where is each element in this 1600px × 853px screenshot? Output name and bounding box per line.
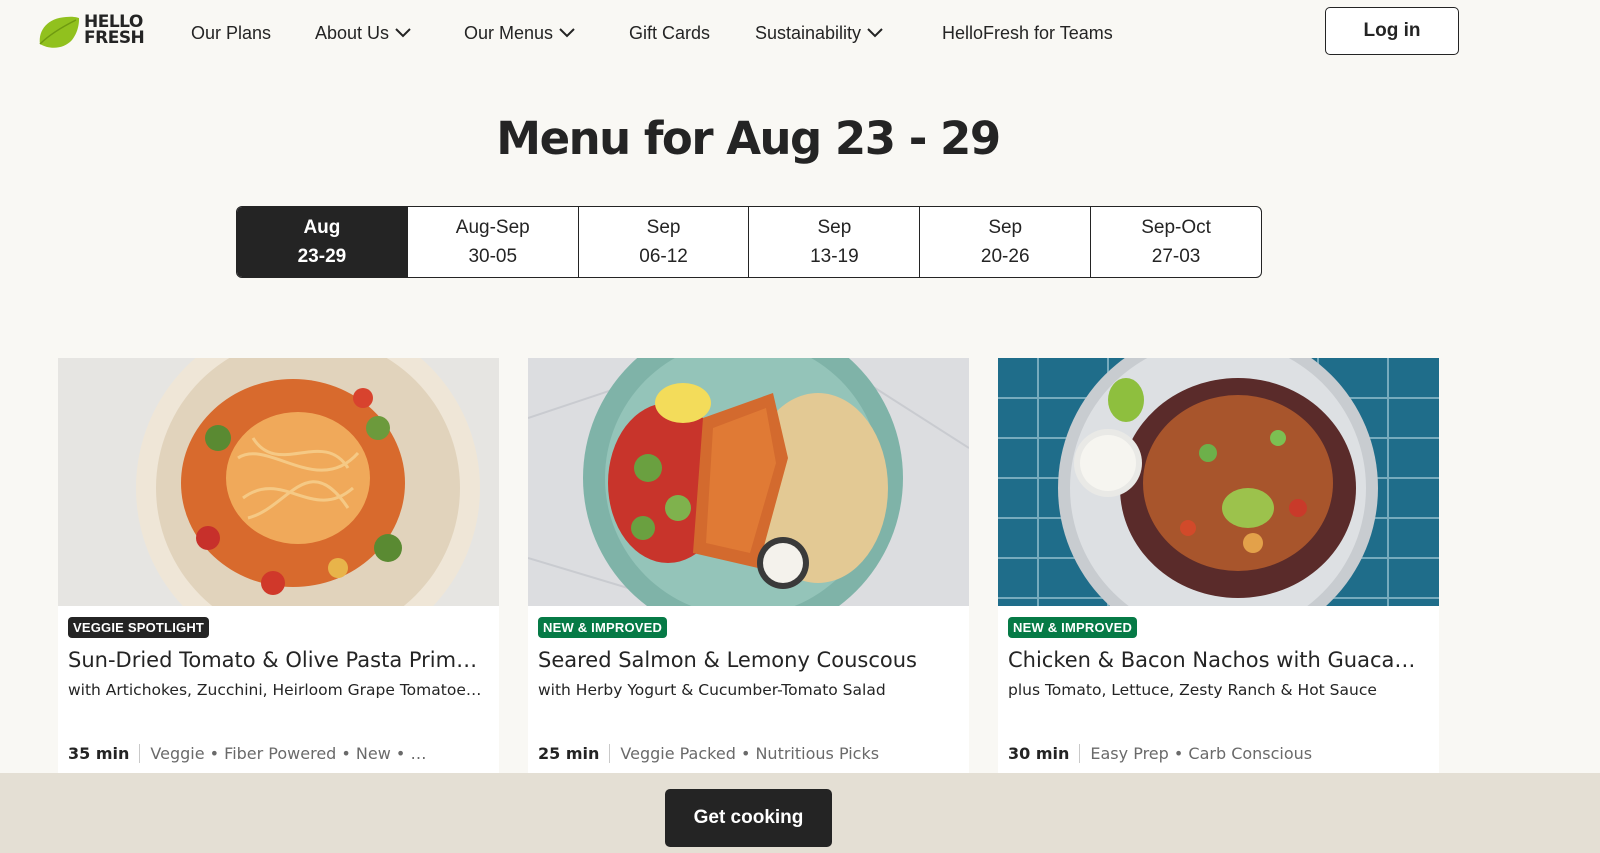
week-tab-sep-oct-27-03[interactable]: Sep-Oct 27-03 — [1090, 207, 1261, 277]
recipe-badge: VEGGIE SPOTLIGHT — [68, 617, 210, 638]
nav-label: Gift Cards — [629, 23, 711, 43]
lime-leaf-icon — [39, 16, 80, 48]
recipe-meta: 25 min Veggie Packed • Nutritious Picks — [538, 741, 958, 765]
week-month: Sep — [646, 217, 681, 238]
chevron-down-icon — [559, 28, 575, 38]
nav-gift-cards[interactable]: Gift Cards — [629, 20, 710, 46]
recipe-time: 25 min — [538, 743, 611, 763]
week-tab-sep-06-12[interactable]: Sep 06-12 — [577, 207, 749, 277]
get-cooking-button[interactable]: Get cooking — [665, 789, 832, 847]
week-tab-aug-sep-30-05[interactable]: Aug-Sep 30-05 — [406, 207, 578, 277]
recipe-tags: Easy Prep • Carb Conscious — [1090, 743, 1313, 763]
week-month: Sep — [817, 217, 852, 238]
hellofresh-logo[interactable]: HELLO FRESH — [36, 12, 154, 52]
recipe-tags: Veggie Packed • Nutritious Picks — [620, 743, 880, 763]
week-month: Aug — [303, 217, 341, 238]
page-title: Menu for Aug 23 - 29 — [496, 112, 1001, 165]
week-days: 30-05 — [468, 246, 518, 267]
nav-label: About Us — [315, 23, 390, 43]
nav-about-us[interactable]: About Us — [315, 20, 413, 46]
sticky-cta-bar: Get cooking — [0, 773, 1600, 853]
nav-hellofresh-for-teams[interactable]: HelloFresh for Teams — [942, 20, 1113, 46]
recipe-title: Seared Salmon & Lemony Couscous — [538, 648, 917, 672]
recipe-title: Chicken & Bacon Nachos with Guacamole — [1008, 648, 1426, 672]
recipe-tags: Veggie • Fiber Powered • New • … — [150, 743, 427, 763]
recipe-image-salmon — [528, 358, 969, 606]
recipe-subtitle: with Herby Yogurt & Cucumber-Tomato Sala… — [538, 681, 886, 699]
recipe-card[interactable]: VEGGIE SPOTLIGHT Sun-Dried Tomato & Oliv… — [58, 358, 499, 778]
chevron-down-icon — [867, 28, 883, 38]
week-days: 23-29 — [297, 246, 347, 267]
recipe-badge: NEW & IMPROVED — [1008, 617, 1138, 638]
logo-line-2: FRESH — [84, 28, 145, 48]
week-days: 27-03 — [1151, 246, 1201, 267]
recipe-meta: 35 min Veggie • Fiber Powered • New • … — [68, 741, 488, 765]
week-tab-sep-13-19[interactable]: Sep 13-19 — [748, 207, 919, 277]
recipe-subtitle: plus Tomato, Lettuce, Zesty Ranch & Hot … — [1008, 681, 1377, 699]
nav-our-menus[interactable]: Our Menus — [464, 20, 577, 46]
week-days: 06-12 — [639, 246, 688, 267]
recipe-time: 30 min — [1008, 743, 1081, 763]
site-header: HELLO FRESH Our Plans About Us Our Menus… — [0, 0, 1600, 66]
recipe-image-pasta — [58, 358, 499, 606]
chevron-down-icon — [395, 28, 411, 38]
recipe-card[interactable]: NEW & IMPROVED Seared Salmon & Lemony Co… — [528, 358, 969, 778]
nav-label: Our Menus — [464, 23, 554, 43]
week-month: Sep — [988, 217, 1023, 238]
recipe-subtitle: with Artichokes, Zucchini, Heirloom Grap… — [68, 681, 486, 699]
week-month: Sep-Oct — [1141, 217, 1211, 238]
recipe-time: 35 min — [68, 743, 141, 763]
recipe-image-nachos — [998, 358, 1439, 606]
recipe-meta: 30 min Easy Prep • Carb Conscious — [1008, 741, 1428, 765]
logo-wordmark: HELLO FRESH — [84, 14, 145, 48]
week-days: 13-19 — [810, 246, 859, 267]
nav-our-plans[interactable]: Our Plans — [191, 20, 271, 46]
week-tab-sep-20-26[interactable]: Sep 20-26 — [919, 207, 1090, 277]
week-tab-aug-23-29[interactable]: Aug 23-29 — [237, 207, 407, 277]
nav-label: Sustainability — [755, 23, 862, 43]
nav-label: Our Plans — [191, 23, 272, 43]
recipe-badge: NEW & IMPROVED — [538, 617, 668, 638]
recipe-card[interactable]: NEW & IMPROVED Chicken & Bacon Nachos wi… — [998, 358, 1439, 778]
week-days: 20-26 — [980, 246, 1030, 267]
nav-sustainability[interactable]: Sustainability — [755, 20, 885, 46]
week-selector: Aug 23-29 Aug-Sep 30-05 Sep 06-12 Sep 13… — [236, 206, 1262, 278]
nav-label: HelloFresh for Teams — [942, 23, 1113, 43]
recipe-title: Sun-Dried Tomato & Olive Pasta Primavera — [68, 648, 486, 672]
login-button[interactable]: Log in — [1325, 7, 1459, 55]
week-month: Aug-Sep — [455, 217, 530, 238]
